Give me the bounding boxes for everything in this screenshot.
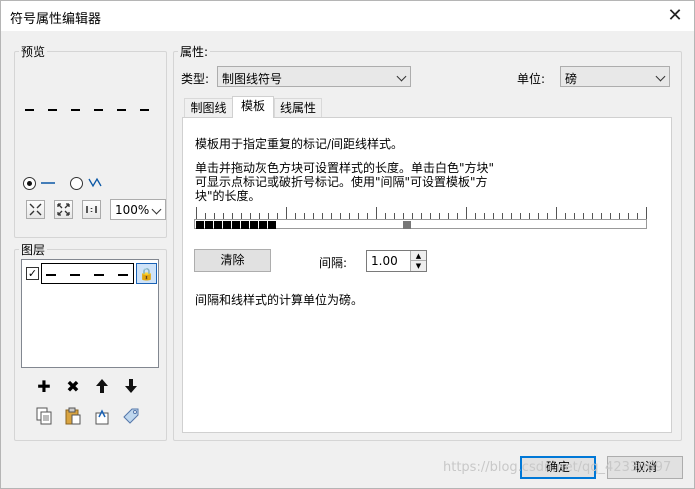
copy-icon[interactable] <box>33 405 55 427</box>
ruler-ticks <box>194 207 647 219</box>
unit-label: 单位: <box>517 72 546 86</box>
layers-group-label: 图层 <box>19 241 48 258</box>
ruler-major-tick <box>556 207 557 219</box>
window-title: 符号属性编辑器 <box>10 12 102 27</box>
pattern-cell-marked[interactable] <box>214 221 222 229</box>
list-item[interactable]: ✓ 🔒 <box>24 262 157 286</box>
undo-icon[interactable] <box>91 405 113 427</box>
pattern-cell-marked[interactable] <box>232 221 240 229</box>
straight-line-icon <box>41 182 55 184</box>
pattern-cell-marked[interactable] <box>250 221 258 229</box>
zoom-select[interactable]: 100% <box>110 199 166 220</box>
ruler-major-tick <box>286 207 287 219</box>
layer-symbol-swatch[interactable] <box>41 263 134 284</box>
full-extent-icon[interactable] <box>54 200 73 219</box>
pattern-cell-marked[interactable] <box>205 221 213 229</box>
title-bar: 符号属性编辑器 ✕ <box>1 1 694 31</box>
layers-list: ✓ 🔒 <box>21 259 159 368</box>
add-icon[interactable]: ✚ <box>33 375 55 397</box>
zigzag-line-icon <box>88 177 102 188</box>
template-pattern-editor[interactable] <box>194 207 647 231</box>
clear-button[interactable]: 清除 <box>194 249 271 272</box>
close-icon[interactable]: ✕ <box>660 1 690 31</box>
ruler-major-tick <box>466 207 467 219</box>
unit-value: 磅 <box>565 72 578 86</box>
properties-group-label: 属性: <box>178 43 211 60</box>
template-instructions-line3: 块"的长度。 <box>195 189 261 203</box>
lock-icon[interactable]: 🔒 <box>136 263 157 284</box>
ruler-major-tick <box>376 207 377 219</box>
interval-label: 间隔: <box>319 256 348 270</box>
ruler-major-tick <box>196 207 197 219</box>
move-up-icon[interactable] <box>91 375 113 397</box>
preview-group-label: 预览 <box>19 43 48 60</box>
stepper-down-icon[interactable]: ▼ <box>410 261 426 271</box>
layer-visible-checkbox[interactable]: ✓ <box>26 267 39 280</box>
watermark: https://blog.csdn.net/qq_42330697 <box>443 460 672 475</box>
pattern-cell-marked[interactable] <box>259 221 267 229</box>
pattern-cell-marked[interactable] <box>268 221 276 229</box>
paste-icon[interactable] <box>62 405 84 427</box>
type-label: 类型: <box>181 72 210 86</box>
chevron-down-icon <box>655 71 666 82</box>
pattern-length-handle[interactable] <box>403 221 411 229</box>
remove-icon[interactable]: ✖ <box>62 375 84 397</box>
tab-cartographic-line[interactable]: 制图线 <box>184 98 233 118</box>
chevron-down-icon <box>396 71 407 82</box>
preview-zigzag-radio[interactable] <box>70 177 83 190</box>
unit-select[interactable]: 磅 <box>560 66 670 87</box>
line-symbol-preview <box>25 109 161 111</box>
preview-line-radio[interactable] <box>23 177 36 190</box>
tab-template[interactable]: 模板 <box>232 96 274 118</box>
type-select[interactable]: 制图线符号 <box>217 66 411 87</box>
zoom-fit-icon[interactable] <box>26 200 45 219</box>
tab-line-properties[interactable]: 线属性 <box>274 98 322 118</box>
interval-value: 1.00 <box>371 254 398 268</box>
pattern-cell-marked[interactable] <box>223 221 231 229</box>
symbol-property-editor-dialog: 符号属性编辑器 ✕ 预览 100% 图层 ✓ 🔒 ✚ ✖ 属性: 类型: 制图线… <box>0 0 695 489</box>
chevron-down-icon <box>151 204 162 215</box>
pattern-cell-marked[interactable] <box>241 221 249 229</box>
units-note: 间隔和线样式的计算单位为磅。 <box>195 293 364 307</box>
stepper-up-icon[interactable]: ▲ <box>410 251 426 261</box>
pattern-cell-marked[interactable] <box>196 221 204 229</box>
interval-stepper[interactable]: 1.00 ▲ ▼ <box>366 250 427 272</box>
ruler-major-tick <box>646 207 647 219</box>
actual-size-icon[interactable] <box>82 200 101 219</box>
zoom-value: 100% <box>115 203 150 217</box>
tag-icon[interactable] <box>120 405 142 427</box>
move-down-icon[interactable] <box>120 375 142 397</box>
type-value: 制图线符号 <box>222 72 283 86</box>
template-description: 模板用于指定重复的标记/间距线样式。 <box>195 137 404 151</box>
pattern-cells[interactable] <box>194 219 647 229</box>
